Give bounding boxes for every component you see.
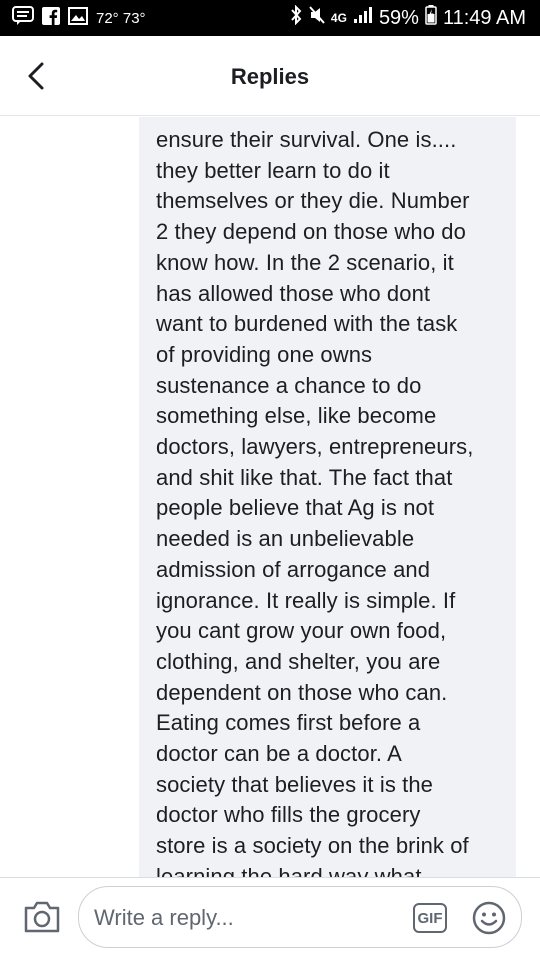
camera-button[interactable]	[22, 898, 62, 936]
bluetooth-icon	[289, 4, 303, 31]
comment-text: ensure their survival. One is.... they b…	[156, 127, 474, 877]
status-bar-left: 72° 73°	[0, 5, 146, 31]
replies-content[interactable]: ensure their survival. One is.... they b…	[0, 117, 540, 877]
temperature-text: 72° 73°	[96, 9, 146, 27]
clock-time: 11:49 AM	[442, 6, 526, 29]
camera-icon	[22, 901, 62, 940]
smiley-icon	[472, 901, 506, 939]
status-bar: 72° 73° 4G 59% 11:49 AM	[0, 0, 540, 36]
facebook-icon	[42, 6, 60, 30]
message-icon	[12, 5, 34, 31]
battery-percent: 59%	[378, 6, 419, 29]
signal-icon	[353, 6, 373, 30]
battery-icon	[425, 5, 437, 31]
comment-bubble[interactable]: ensure their survival. One is.... they b…	[139, 117, 516, 877]
gallery-icon	[68, 6, 88, 30]
network-type-icon: 4G	[330, 11, 347, 25]
mute-icon	[309, 6, 325, 30]
status-bar-right: 4G 59% 11:49 AM	[289, 4, 540, 31]
replies-header: Replies	[0, 36, 540, 116]
gif-button[interactable]: GIF	[413, 903, 447, 933]
reply-input[interactable]	[94, 901, 394, 935]
reply-composer: GIF	[0, 877, 540, 960]
reply-box: GIF	[78, 886, 522, 948]
page-title: Replies	[230, 64, 310, 89]
emoji-button[interactable]	[472, 901, 506, 935]
